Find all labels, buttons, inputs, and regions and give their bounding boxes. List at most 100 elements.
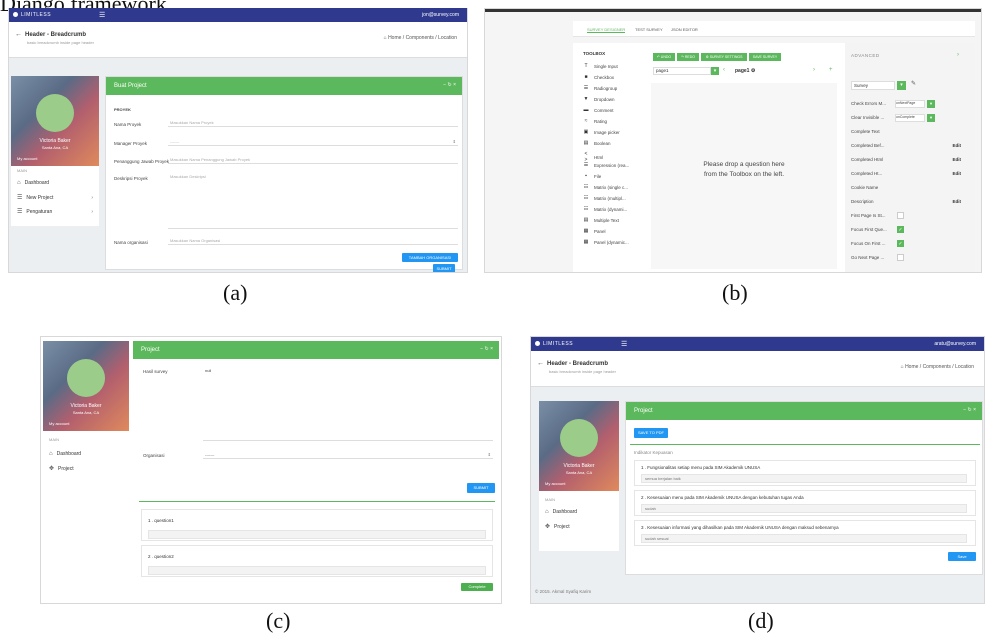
answer-input[interactable]: semua berjalan baik: [641, 474, 967, 483]
drop-zone[interactable]: Please drop a question here from the Too…: [651, 83, 837, 269]
my-account-link[interactable]: My account: [49, 421, 69, 426]
toolbox-item[interactable]: ▤ Multiple Text: [583, 217, 619, 223]
tool-icon: ▣: [583, 129, 589, 135]
toolbox-item[interactable]: T Single Input: [583, 63, 618, 69]
toolbox-item[interactable]: ☷ Matrix (dynami...: [583, 206, 628, 212]
toolbox-item[interactable]: ▦ Panel: [583, 228, 606, 234]
property-checkbox[interactable]: ✓: [897, 240, 904, 247]
sidebar-item-project[interactable]: ✥ Project: [545, 523, 570, 531]
survey-settings-button[interactable]: ⚙ SURVEY SETTINGS: [701, 53, 747, 61]
submit-button[interactable]: SUBMIT: [467, 483, 495, 493]
chevron-down-icon[interactable]: ▾: [927, 100, 935, 108]
advanced-label[interactable]: ADVANCED: [851, 53, 880, 58]
tab-survey-designer[interactable]: SURVEY DESIGNER: [587, 27, 626, 33]
breadcrumb-text[interactable]: Home / Components / Location: [388, 35, 457, 41]
sidebar-item-pengaturan[interactable]: ☰ Pengaturan ›: [17, 208, 99, 216]
undo-button[interactable]: ↶ UNDO: [653, 53, 675, 61]
hamburger-icon[interactable]: ☰: [99, 11, 105, 19]
card-controls[interactable]: − ↻ ×: [443, 82, 456, 88]
answer-input[interactable]: sudah: [641, 504, 967, 513]
property-edit-button[interactable]: Edit: [953, 143, 962, 148]
toolbox-item[interactable]: ■ Checkbox: [583, 74, 614, 80]
add-page-icon[interactable]: +: [829, 67, 833, 73]
property-edit-button[interactable]: Edit: [953, 157, 962, 162]
toolbox-item[interactable]: ▬ Comment: [583, 107, 614, 113]
manager-proyek-select[interactable]: ------- ⇕: [168, 138, 458, 146]
tab-json-editor[interactable]: JSON EDITOR: [671, 27, 698, 32]
sidebar-item-dashboard[interactable]: ⌂ Dashboard: [17, 180, 49, 186]
nama-proyek-input[interactable]: Masukkan Nama Proyek: [168, 119, 458, 127]
toolbox-item[interactable]: ▣ Image picker: [583, 129, 620, 135]
hasil-survey-textarea[interactable]: null: [203, 367, 493, 441]
field-label: Penanggung Jawab Proyek: [114, 159, 170, 164]
property-edit-button[interactable]: Edit: [953, 199, 962, 204]
my-account-link[interactable]: My account: [545, 481, 565, 486]
arrow-right-icon[interactable]: ›: [813, 67, 815, 73]
my-account-link[interactable]: My account: [17, 156, 37, 161]
question2-input[interactable]: [148, 566, 486, 575]
sidebar-item-project[interactable]: ✥ Project: [49, 465, 74, 473]
arrow-left-icon[interactable]: ‹: [723, 67, 725, 73]
user-menu[interactable]: aratu@survey.com: [934, 341, 976, 347]
nama-organisasi-input[interactable]: Masukkan Nama Organisasi: [168, 237, 458, 245]
toolbox-item[interactable]: ▦ Panel (dynamic...: [583, 239, 629, 245]
submit-button[interactable]: SUBMIT: [433, 264, 455, 272]
complete-button[interactable]: Complete: [461, 583, 493, 591]
sidebar-item-dashboard[interactable]: ⌂ Dashboard: [545, 509, 577, 515]
toolbox-item-label: Html: [594, 154, 604, 160]
tool-icon: ☷: [583, 195, 589, 201]
pencil-icon[interactable]: ✎: [911, 80, 916, 87]
caption-b: (b): [722, 280, 748, 305]
user-menu[interactable]: jon@survey.com: [422, 12, 459, 18]
property-name: First Page Is St...: [851, 213, 886, 218]
sidebar-item-dashboard[interactable]: ⌂ Dashboard: [49, 451, 81, 457]
save-button[interactable]: Save: [948, 552, 976, 561]
sidebar: Victoria Baker Santa Ana, CA My account …: [11, 76, 99, 226]
redo-button[interactable]: ↷ REDO: [677, 53, 699, 61]
page-select[interactable]: page1: [653, 67, 711, 75]
chevron-right-icon[interactable]: ›: [957, 52, 959, 58]
toolbox-item[interactable]: ☰ Expression (rea...: [583, 162, 630, 168]
card-title: Buat Project: [114, 83, 147, 89]
toolbox-item-label: Dropdown: [594, 96, 615, 102]
card-controls[interactable]: − ↻ ×: [963, 407, 976, 413]
breadcrumb-text[interactable]: Home / Components / Location: [905, 364, 974, 370]
property-select[interactable]: onComplete: [895, 114, 925, 122]
toolbox-item[interactable]: ≈ Rating: [583, 118, 607, 124]
sidebar-section-main: MAIN: [49, 437, 59, 442]
chevron-down-icon[interactable]: ▾: [711, 67, 719, 75]
tambah-organisasi-button[interactable]: TAMBAH ORGANISASI: [402, 253, 458, 262]
chevron-down-icon[interactable]: ▾: [927, 114, 935, 122]
object-select[interactable]: Survey: [851, 81, 895, 90]
property-checkbox[interactable]: [897, 212, 904, 219]
back-arrow-icon[interactable]: ←: [15, 31, 22, 38]
question1-input[interactable]: [148, 530, 486, 539]
save-survey-button[interactable]: SAVE SURVEY: [749, 53, 781, 61]
sidebar-item-new-project[interactable]: ☰ New Project ›: [17, 194, 99, 202]
organisasi-select[interactable]: ------- ⇕: [203, 451, 493, 459]
toolbox-item[interactable]: ☷ Matrix (multipl...: [583, 195, 626, 201]
toolbox-item[interactable]: ▼ Dropdown: [583, 96, 615, 102]
tab-test-survey[interactable]: TEST SURVEY: [635, 27, 663, 32]
toolbox-item[interactable]: ▤ Boolean: [583, 140, 611, 146]
toolbox-item-label: Single Input: [594, 63, 618, 69]
penanggung-jawab-input[interactable]: Masukkan Nama Penanggung Jawab Proyek: [168, 156, 458, 164]
toolbox-item[interactable]: ☰ Radiogroup: [583, 85, 618, 91]
home-icon: ⌂: [49, 451, 53, 457]
answer-input[interactable]: sudah sesuai: [641, 534, 967, 543]
gear-icon[interactable]: ⚙: [751, 68, 755, 74]
tool-icon: ■: [584, 74, 588, 80]
toolbox-item[interactable]: ☷ Matrix (single c...: [583, 184, 628, 190]
card-controls[interactable]: − ↻ ×: [480, 346, 493, 352]
back-arrow-icon[interactable]: ←: [537, 360, 544, 367]
toolbox-item[interactable]: ▪ File: [583, 173, 601, 179]
property-edit-button[interactable]: Edit: [953, 171, 962, 176]
property-checkbox[interactable]: [897, 254, 904, 261]
property-checkbox[interactable]: ✓: [897, 226, 904, 233]
property-select[interactable]: onNextPage: [895, 100, 925, 108]
hamburger-icon[interactable]: ☰: [621, 340, 627, 348]
save-to-pdf-button[interactable]: SAVE TO PDF: [634, 428, 668, 438]
deskripsi-textarea[interactable]: Masukkan Deskripsi: [168, 173, 458, 229]
gear-icon: ⚙: [705, 55, 709, 59]
chevron-down-icon[interactable]: ▾: [897, 81, 906, 90]
